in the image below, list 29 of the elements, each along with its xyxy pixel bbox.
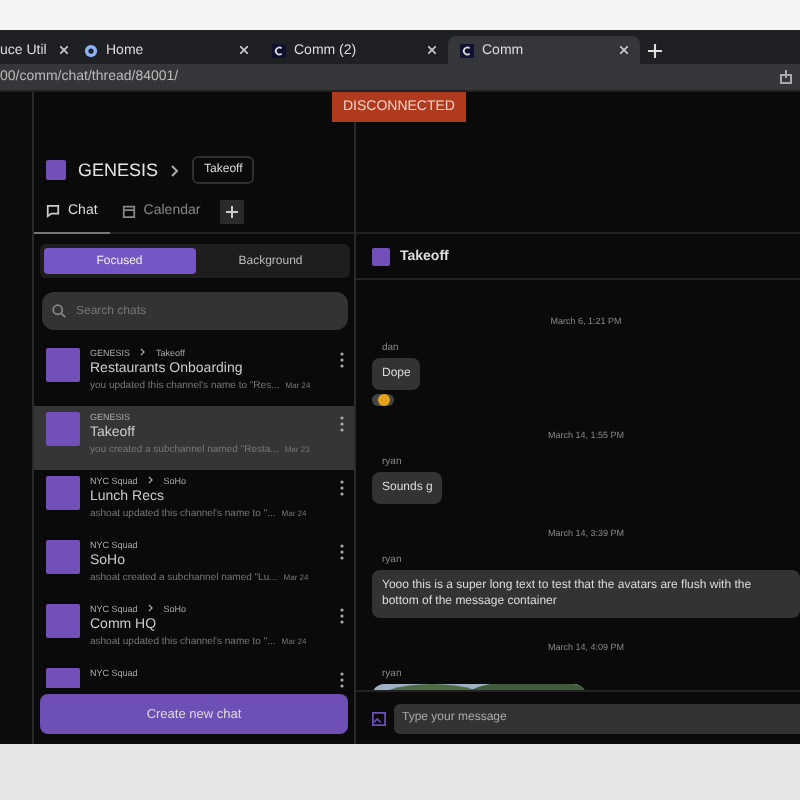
calendar-icon bbox=[121, 204, 136, 218]
chevron-icon bbox=[147, 604, 154, 612]
image-upload-icon[interactable] bbox=[372, 711, 386, 725]
chat-icon bbox=[46, 204, 60, 218]
chat-avatar bbox=[46, 540, 80, 574]
emoji-icon bbox=[377, 394, 389, 407]
chat-avatar bbox=[46, 476, 80, 510]
community-name[interactable]: GENESIS bbox=[78, 160, 159, 180]
app-icon bbox=[460, 43, 474, 57]
share-icon[interactable] bbox=[780, 70, 792, 84]
chat-avatar bbox=[46, 348, 80, 382]
app-icon bbox=[272, 43, 286, 57]
search-icon bbox=[52, 304, 66, 318]
close-icon[interactable] bbox=[240, 46, 248, 54]
globe-icon bbox=[84, 43, 98, 57]
close-icon[interactable] bbox=[60, 46, 68, 54]
plus-icon bbox=[226, 206, 239, 218]
add-tab-button[interactable] bbox=[220, 200, 245, 224]
new-tab-icon[interactable] bbox=[648, 44, 662, 58]
community-avatar bbox=[46, 160, 66, 180]
thread-avatar bbox=[372, 247, 390, 265]
close-icon[interactable] bbox=[620, 46, 628, 54]
chevron-icon bbox=[147, 476, 154, 484]
chat-avatar bbox=[46, 412, 80, 446]
close-icon[interactable] bbox=[428, 46, 436, 54]
chat-avatar bbox=[46, 604, 80, 638]
chevron-icon bbox=[170, 163, 181, 177]
emoji-reaction[interactable] bbox=[372, 394, 394, 407]
chevron-icon bbox=[140, 348, 147, 356]
